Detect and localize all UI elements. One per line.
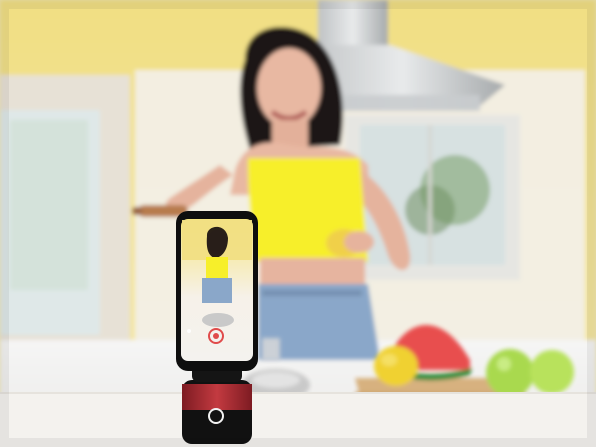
lemon <box>374 346 418 386</box>
apple-right <box>530 350 574 394</box>
record-dot <box>213 333 219 339</box>
apple-highlight <box>497 357 511 371</box>
window-reflection <box>10 120 88 290</box>
screen-jeans <box>202 278 232 303</box>
screen-small-icon <box>187 329 191 333</box>
mount-red-band <box>182 384 252 410</box>
scene-illustration <box>0 0 596 447</box>
apple-left <box>486 349 534 397</box>
belt-line <box>262 290 362 296</box>
hood-bottom <box>335 95 480 111</box>
lemon-highlight <box>381 354 397 366</box>
screen-bowl <box>202 313 234 327</box>
rolling-pin-handle <box>132 207 142 215</box>
small-jar <box>262 338 280 360</box>
midriff <box>260 258 365 288</box>
screen-top <box>206 257 228 279</box>
kitchen-scene <box>0 0 596 447</box>
phone-mount <box>176 211 258 444</box>
hand <box>344 231 374 253</box>
counter-edge-line <box>0 392 596 394</box>
bowl-rim <box>252 372 300 388</box>
